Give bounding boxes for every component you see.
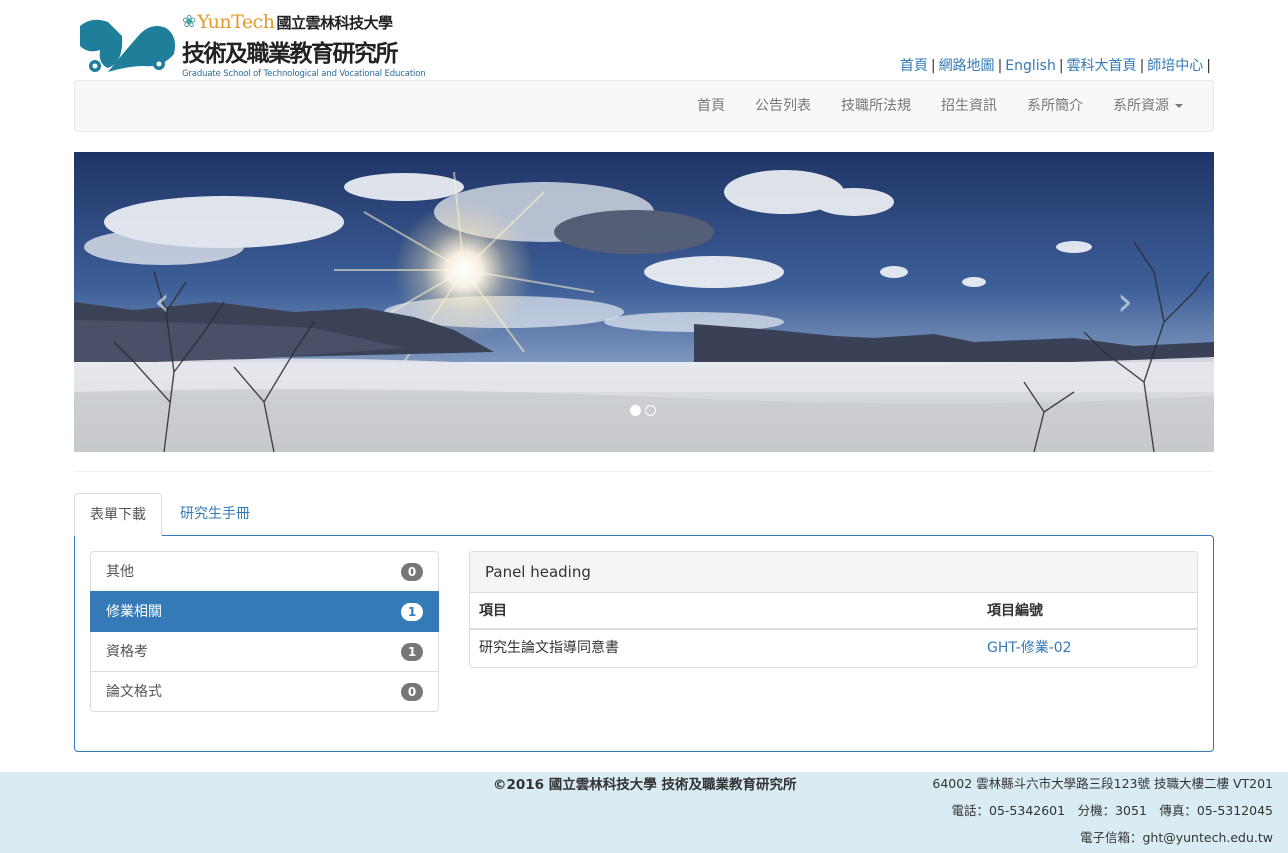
category-label: 修業相關 — [106, 604, 162, 620]
forms-table: 項目 項目編號 研究生論文指導同意書 GHT-修業-02 — [470, 593, 1197, 667]
divider — [74, 471, 1214, 472]
logo-dept-name: 技術及職業教育研究所 — [182, 41, 399, 67]
logo-yuntech-word: YunTech — [197, 11, 275, 33]
toplink-separator: | — [1206, 58, 1211, 74]
nav-dropdown-label: 系所資源 — [1113, 98, 1169, 114]
logo-dept-english: Graduate School of Technological and Voc… — [182, 69, 426, 79]
form-item-name: 研究生論文指導同意書 — [479, 640, 619, 656]
toplink-home[interactable]: 首頁 — [900, 58, 928, 74]
count-badge: 1 — [401, 643, 423, 661]
nav-item-resources-dropdown[interactable]: 系所資源 — [1098, 81, 1198, 131]
carousel-indicators — [630, 405, 656, 416]
logo-mark-icon — [80, 19, 175, 72]
nav-item-home[interactable]: 首頁 — [682, 81, 740, 131]
footer-phone: 電話：05-5342601 分機：3051 傳真：05-5312045 — [951, 803, 1274, 818]
footer-address: 64002 雲林縣斗六市大學路三段123號 技職大樓二樓 VT201 — [932, 776, 1273, 791]
site-footer: ©2016 國立雲林科技大學 技術及職業教育研究所 64002 雲林縣斗六市大學… — [0, 772, 1288, 853]
count-badge: 0 — [401, 683, 423, 701]
toplink-sitemap[interactable]: 網路地圖 — [939, 58, 995, 74]
table-row: 研究生論文指導同意書 GHT-修業-02 — [470, 630, 1197, 667]
carousel-indicator[interactable] — [645, 405, 656, 416]
nav-item-announcements[interactable]: 公告列表 — [740, 81, 826, 131]
toplink-university-home[interactable]: 雲科大首頁 — [1067, 58, 1137, 74]
logo-university-name: 國立雲林科技大學 — [276, 13, 393, 32]
hero-carousel: ‹ › — [74, 152, 1214, 452]
column-header-item: 項目 — [479, 603, 507, 619]
category-item-other[interactable]: 其他 0 — [90, 551, 439, 592]
site-header: ❀ YunTech 國立雲林科技大學 技術及職業教育研究所 Graduate S… — [74, 0, 1214, 80]
tab-form-downloads[interactable]: 表單下載 — [74, 493, 162, 536]
category-list: 其他 0 修業相關 1 資格考 1 論文格式 0 — [90, 551, 439, 712]
nav-item-regulations[interactable]: 技職所法規 — [826, 81, 926, 131]
form-code-link[interactable]: GHT-修業-02 — [987, 630, 1072, 666]
toplink-separator: | — [997, 58, 1003, 74]
nav-item-admissions[interactable]: 招生資訊 — [926, 81, 1012, 131]
flower-icon: ❀ — [182, 12, 197, 32]
carousel-indicator[interactable] — [630, 405, 641, 416]
caret-down-icon — [1175, 104, 1183, 108]
category-item-thesis-format[interactable]: 論文格式 0 — [90, 671, 439, 712]
category-item-study[interactable]: 修業相關 1 — [90, 591, 439, 632]
carousel-prev-icon[interactable]: ‹ — [142, 282, 182, 322]
nav-item-about[interactable]: 系所簡介 — [1012, 81, 1098, 131]
category-label: 資格考 — [106, 644, 148, 660]
forms-panel: Panel heading 項目 項目編號 研究生論文指導同意書 GHT-修業-… — [469, 551, 1198, 668]
main-navbar: 首頁 公告列表 技職所法規 招生資訊 系所簡介 系所資源 — [74, 80, 1214, 132]
carousel-next-icon[interactable]: › — [1105, 282, 1145, 322]
category-label: 論文格式 — [106, 684, 162, 700]
toplink-english[interactable]: English — [1005, 58, 1056, 74]
site-logo[interactable]: ❀ YunTech 國立雲林科技大學 技術及職業教育研究所 Graduate S… — [78, 10, 428, 79]
category-item-qualifying-exam[interactable]: 資格考 1 — [90, 631, 439, 672]
footer-copyright: ©2016 國立雲林科技大學 技術及職業教育研究所 — [493, 777, 797, 793]
tab-pane-forms: 其他 0 修業相關 1 資格考 1 論文格式 0 Panel heading 項… — [74, 535, 1214, 752]
toplink-separator: | — [1139, 58, 1145, 74]
toplink-separator: | — [930, 58, 936, 74]
content-tabs: 表單下載 研究生手冊 — [74, 493, 1214, 536]
panel-heading: Panel heading — [470, 552, 1197, 593]
footer-email: 電子信箱：ght@yuntech.edu.tw — [1079, 830, 1273, 845]
top-links: 首頁 | 網路地圖 | English | 雲科大首頁 | 師培中心 | — [900, 55, 1214, 75]
category-label: 其他 — [106, 564, 134, 580]
count-badge: 0 — [401, 563, 423, 581]
column-header-code: 項目編號 — [987, 603, 1043, 619]
tab-student-handbook[interactable]: 研究生手冊 — [165, 493, 265, 536]
toplink-teacher-center[interactable]: 師培中心 — [1147, 58, 1203, 74]
table-header-row: 項目 項目編號 — [470, 593, 1197, 630]
toplink-separator: | — [1058, 58, 1064, 74]
count-badge: 1 — [401, 603, 423, 621]
